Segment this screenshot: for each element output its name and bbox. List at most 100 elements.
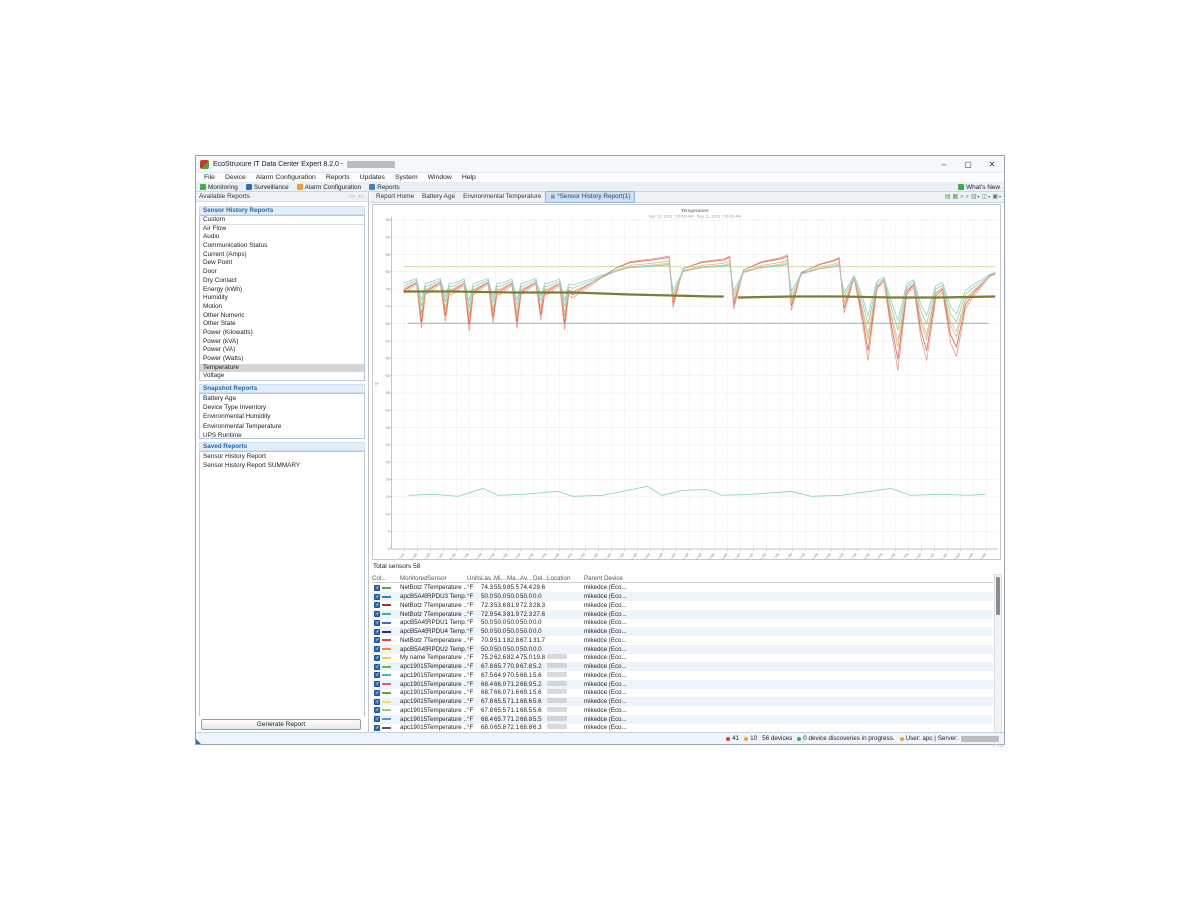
menu-reports[interactable]: Reports [321, 173, 355, 183]
tab-battery-age[interactable]: Battery Age [418, 192, 459, 202]
report-item-motion[interactable]: Motion [200, 303, 364, 312]
table-scrollbar[interactable] [994, 574, 1002, 733]
report-item-air-flow[interactable]: Air Flow [200, 225, 364, 234]
minimize-button[interactable]: – [932, 156, 956, 172]
report-item-ups-runtime[interactable]: UPS Runtime [200, 431, 364, 439]
row-checkbox[interactable] [374, 637, 380, 643]
column-header-parent-device[interactable]: Parent Device [584, 575, 644, 582]
report-item-energy-kwh[interactable]: Energy (kWh) [200, 286, 364, 295]
table-row[interactable]: apc190158 (1...Temperature ...°F68.466.0… [372, 680, 993, 689]
report-item-communication-status[interactable]: Communication Status [200, 242, 364, 251]
column-header-ma[interactable]: Ma... [507, 575, 520, 582]
row-checkbox[interactable] [374, 725, 380, 731]
report-item-audio[interactable]: Audio [200, 233, 364, 242]
tab-report-home[interactable]: Report Home [372, 192, 418, 202]
table-row[interactable]: apc190158 (1...Temperature ...°F68.465.7… [372, 715, 993, 724]
menu-system[interactable]: System [390, 173, 423, 183]
scrollbar-thumb[interactable] [996, 577, 1000, 615]
menu-alarm-configuration[interactable]: Alarm Configuration [251, 173, 321, 183]
table-row[interactable]: apcB5A453 (1...RPDU2 Temp...°F50.050.050… [372, 645, 993, 654]
report-item-voltage[interactable]: Voltage [200, 372, 364, 381]
table-row[interactable]: apcB5A453 (1...RPDU3 Temp...°F50.050.050… [372, 592, 993, 601]
row-checkbox[interactable] [374, 655, 380, 661]
report-item-door[interactable]: Door [200, 268, 364, 277]
tab-sensor-history-report-1[interactable]: ▦*Sensor History Report(1) [545, 191, 635, 203]
report-item-temperature[interactable]: Temperature [200, 364, 364, 373]
row-checkbox[interactable] [374, 707, 380, 713]
perspective-monitoring[interactable]: Monitoring [200, 184, 238, 191]
zoom-out-icon[interactable]: ⌕ [966, 192, 969, 203]
table-row[interactable]: apc190158 (1...Temperature ...°F67.865.7… [372, 662, 993, 671]
table-row[interactable]: NetBotz 755 ...Temperature ...°F70.951.1… [372, 636, 993, 645]
column-header-col[interactable]: Col... [372, 575, 400, 582]
menu-updates[interactable]: Updates [355, 173, 390, 183]
report-item-battery-age[interactable]: Battery Age [200, 394, 364, 403]
report-item-device-type-inventory[interactable]: Device Type Inventory [200, 403, 364, 412]
report-item-power-va[interactable]: Power (VA) [200, 346, 364, 355]
column-header-las[interactable]: Las... [481, 575, 494, 582]
report-item-dry-contact[interactable]: Dry Contact [200, 277, 364, 286]
table-row[interactable]: apcB5A453 (1...RPDU4 Temp...°F50.050.050… [372, 627, 993, 636]
report-item-power-kva[interactable]: Power (kVA) [200, 338, 364, 347]
table-row[interactable]: apc190158 (1...Temperature ...°F68.065.8… [372, 724, 993, 733]
row-checkbox[interactable] [374, 602, 380, 608]
report-graph-view-icon[interactable]: ▦ [953, 192, 959, 203]
report-item-dew-point[interactable]: Dew Point [200, 259, 364, 268]
column-header-units[interactable]: Units [467, 575, 481, 582]
row-checkbox[interactable] [374, 699, 380, 705]
close-button[interactable]: ✕ [980, 156, 1004, 172]
row-checkbox[interactable] [374, 646, 380, 652]
menu-window[interactable]: Window [423, 173, 457, 183]
report-item-current-amps[interactable]: Current (Amps) [200, 251, 364, 260]
row-checkbox[interactable] [374, 672, 380, 678]
perspective-surveillance[interactable]: Surveillance [246, 184, 289, 191]
report-item-power-kilowatts[interactable]: Power (Kilowatts) [200, 329, 364, 338]
menu-device[interactable]: Device [220, 173, 251, 183]
table-row[interactable]: My name is Si...Temperature ...°F75.262.… [372, 654, 993, 663]
column-header-monitored-de[interactable]: Monitored De... [400, 575, 427, 582]
aggregate-data-icon[interactable]: ▥▾ [971, 191, 980, 203]
report-item-sensor-history-report-summary[interactable]: Sensor History Report SUMMARY [200, 461, 364, 470]
report-item-other-numeric[interactable]: Other Numeric [200, 312, 364, 321]
menu-file[interactable]: File [199, 173, 220, 183]
report-item-environmental-temperature[interactable]: Environmental Temperature [200, 422, 364, 431]
table-row[interactable]: NetBotz 750 ...Temperature ...°F72.954.3… [372, 610, 993, 619]
column-header-del[interactable]: Del... [533, 575, 547, 582]
column-header-location[interactable]: Location [547, 575, 584, 582]
report-item-other-state[interactable]: Other State [200, 320, 364, 329]
row-checkbox[interactable] [374, 690, 380, 696]
column-header-mi[interactable]: Mi... [494, 575, 507, 582]
zoom-in-icon[interactable]: ⌕ [960, 192, 963, 203]
table-row[interactable]: apc190158 (1...Temperature ...°F68.766.0… [372, 689, 993, 698]
export-report-icon[interactable]: ▣▾ [992, 191, 1001, 203]
table-row[interactable]: apc190158 (1...Temperature ...°F67.865.5… [372, 706, 993, 715]
window-titlebar[interactable]: EcoStruxure IT Data Center Expert 8.2.0 … [196, 156, 1004, 173]
table-row[interactable]: NetBotz 750 ...Temperature ...°F72.353.6… [372, 601, 993, 610]
report-item-environmental-humidity[interactable]: Environmental Humidity [200, 412, 364, 421]
generate-report-button[interactable]: Generate Report [201, 719, 361, 730]
perspective-alarm-configuration[interactable]: Alarm Configuration [297, 184, 361, 191]
table-row[interactable]: apcB5A453 (1...RPDU1 Temp...°F50.050.050… [372, 619, 993, 628]
column-header-av[interactable]: Av... [520, 575, 533, 582]
row-checkbox[interactable] [374, 681, 380, 687]
column-header-sensor[interactable]: Sensor [427, 575, 467, 582]
report-item-custom[interactable]: Custom [200, 216, 364, 225]
table-row[interactable]: apc190158 (1...Temperature ...°F67.564.9… [372, 671, 993, 680]
report-item-power-watts[interactable]: Power (Watts) [200, 355, 364, 364]
report-table-view-icon[interactable]: ▤ [945, 192, 951, 203]
table-row[interactable]: NetBotz 750 ...Temperature ...°F74.355.9… [372, 584, 993, 593]
row-checkbox[interactable] [374, 594, 380, 600]
table-row[interactable]: apc190158 (1...Temperature ...°F67.865.5… [372, 697, 993, 706]
report-item-sensor-history-report[interactable]: Sensor History Report [200, 452, 364, 461]
row-checkbox[interactable] [374, 585, 380, 591]
split-view-icon[interactable]: ◫▾ [982, 191, 991, 203]
row-checkbox[interactable] [374, 629, 380, 635]
row-checkbox[interactable] [374, 716, 380, 722]
row-checkbox[interactable] [374, 611, 380, 617]
row-checkbox[interactable] [374, 664, 380, 670]
maximize-button[interactable]: ▢ [956, 156, 980, 172]
menu-help[interactable]: Help [457, 173, 481, 183]
report-item-humidity[interactable]: Humidity [200, 294, 364, 303]
row-checkbox[interactable] [374, 620, 380, 626]
pane-collapse-icon[interactable]: ▭ ▭ [349, 193, 365, 200]
